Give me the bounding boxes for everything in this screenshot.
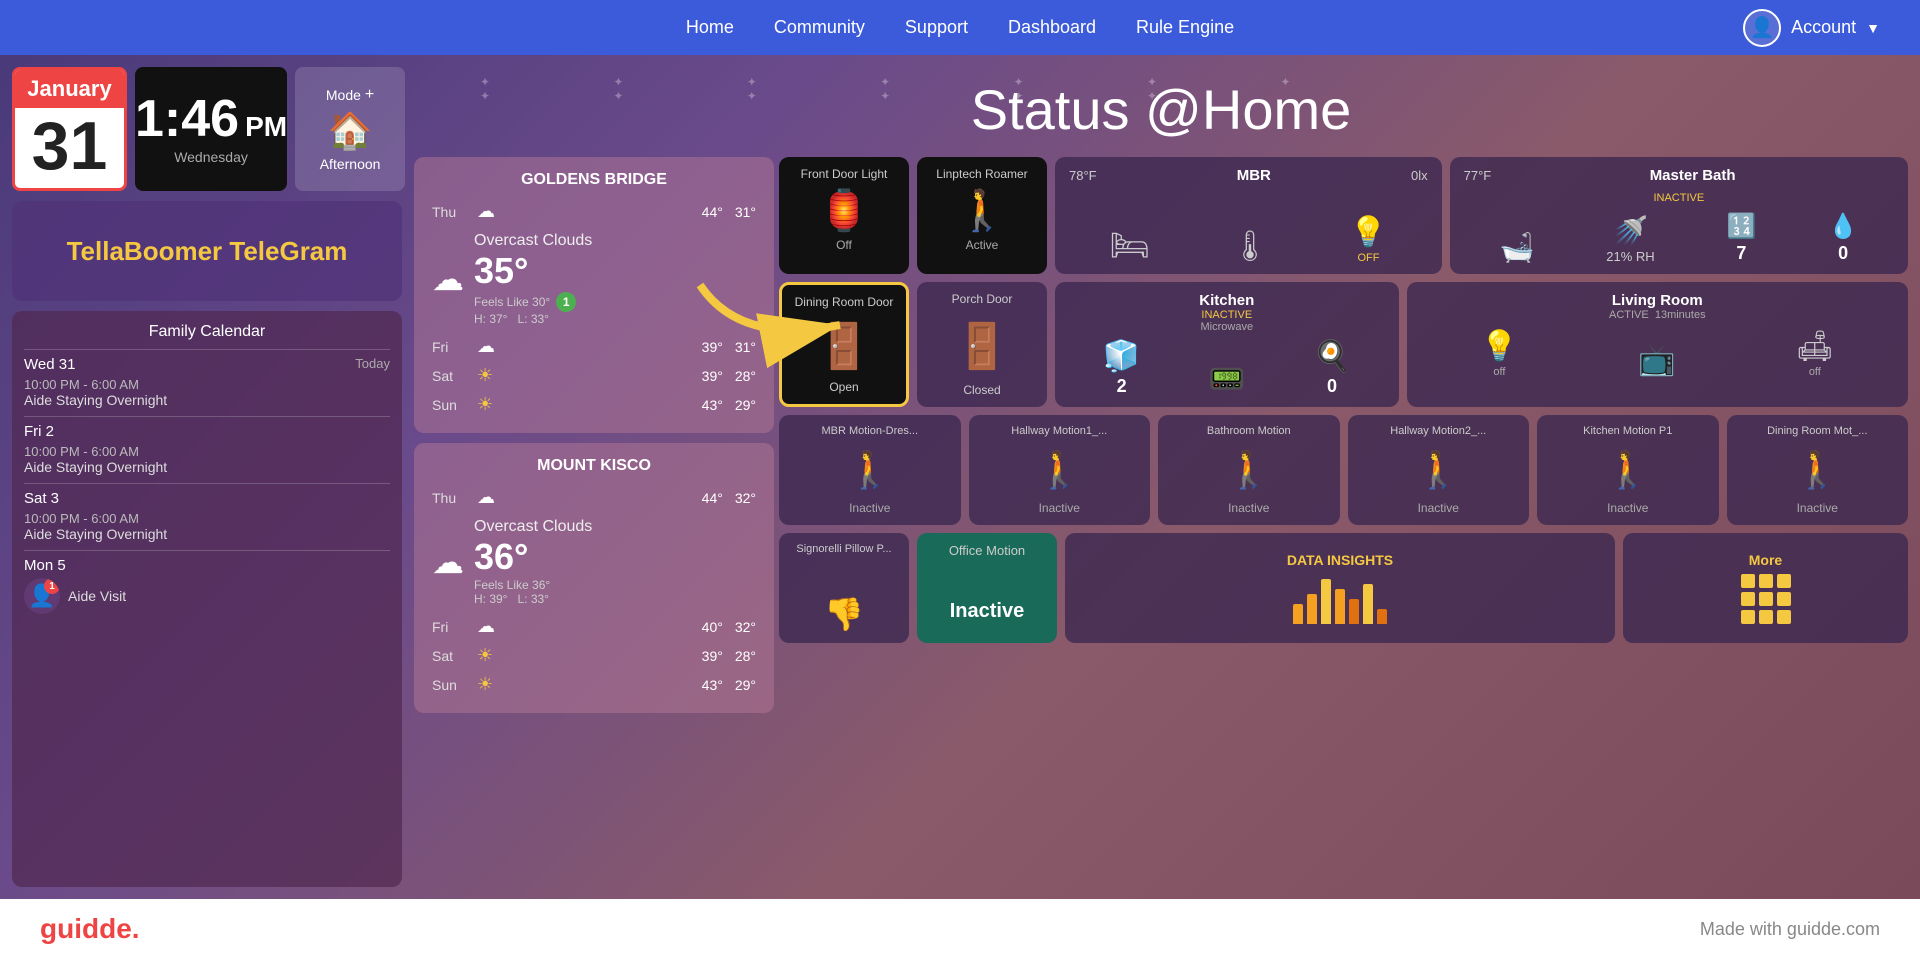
status-header: Status @Home — [414, 67, 1908, 147]
weather-goldens-bridge: GOLDENS BRIDGE Thu ☁ 44°31° ☁ Overcast C… — [414, 157, 774, 433]
tile-hallway-motion2[interactable]: Hallway Motion2_... 🚶 Inactive — [1348, 415, 1530, 525]
telegram-widget: TellaBoomer TeleGram — [12, 201, 402, 301]
front-door-status: Off — [836, 238, 852, 252]
calendar-events: Family Calendar Wed 31 Today 10:00 PM - … — [12, 311, 402, 887]
nav-rule-engine[interactable]: Rule Engine — [1136, 17, 1234, 38]
account-avatar: 👤 — [1743, 9, 1781, 47]
tile-kitchen-motion[interactable]: Kitchen Motion P1 🚶 Inactive — [1537, 415, 1719, 525]
clock-widget: 1:46 PM Wednesday — [135, 67, 287, 191]
weather-location-2: MOUNT KISCO — [432, 457, 756, 475]
bottom-device-row: Signorelli Pillow P... 👎 Office Motion I… — [779, 533, 1908, 643]
mode-sub: Afternoon — [320, 156, 381, 172]
nav-support[interactable]: Support — [905, 17, 968, 38]
right-area: Status @Home GOLDENS BRIDGE Thu ☁ 44°31°… — [414, 67, 1908, 887]
calendar-event-0: 10:00 PM - 6:00 AM Aide Staying Overnigh… — [24, 377, 390, 408]
mode-label: Mode + — [326, 86, 374, 104]
nav-community[interactable]: Community — [774, 17, 865, 38]
calendar-mon5: Mon 5 — [24, 550, 390, 574]
calendar-event-1: 10:00 PM - 6:00 AM Aide Staying Overnigh… — [24, 444, 390, 475]
home-mode-icon: 🏠 — [328, 110, 373, 152]
tile-mbr[interactable]: 78°F MBR 0lx 🛏 🌡 💡 — [1055, 157, 1442, 274]
nav-links: Home Community Support Dashboard Rule En… — [686, 17, 1234, 38]
nav-home[interactable]: Home — [686, 17, 734, 38]
plus-icon[interactable]: + — [365, 86, 374, 104]
tile-dining-room-motion[interactable]: Dining Room Mot_... 🚶 Inactive — [1727, 415, 1909, 525]
tile-office-motion[interactable]: Office Motion Inactive — [917, 533, 1057, 643]
tile-bathroom-motion[interactable]: Bathroom Motion 🚶 Inactive — [1158, 415, 1340, 525]
account-label: Account — [1791, 17, 1856, 38]
weather-and-top-devices: GOLDENS BRIDGE Thu ☁ 44°31° ☁ Overcast C… — [414, 157, 1908, 713]
tile-kitchen[interactable]: Kitchen INACTIVE Microwave 🧊 2 📟 — [1055, 282, 1399, 407]
motion-sensors-row: MBR Motion-Dres... 🚶 Inactive Hallway Mo… — [779, 415, 1908, 525]
weather-mk-forecast-3: Sun ☀ 43°29° — [432, 670, 756, 699]
telegram-title: TellaBoomer TeleGram — [67, 236, 348, 267]
guidde-footer: guidde. Made with guidde.com — [0, 899, 1920, 959]
chevron-down-icon: ▼ — [1866, 20, 1880, 36]
date-row: January 31 1:46 PM Wednesday Mode + 🏠 Af… — [12, 67, 402, 191]
tile-master-bath[interactable]: 77°F Master Bath INACTIVE 🛁 🚿 21% RH — [1450, 157, 1908, 274]
calendar-month: January — [15, 70, 124, 108]
weather-forecast-2: Sat ☀ 39°28° — [432, 361, 756, 390]
top-device-row: Front Door Light 🏮 Off Linptech Roamer 🚶… — [779, 157, 1908, 274]
tile-hallway-motion1[interactable]: Hallway Motion1_... 🚶 Inactive — [969, 415, 1151, 525]
calendar-day: 31 — [32, 108, 108, 188]
tile-linptech-roamer[interactable]: Linptech Roamer 🚶 Active — [917, 157, 1047, 274]
calendar-widget: January 31 — [12, 67, 127, 191]
calendar-event-2: 10:00 PM - 6:00 AM Aide Staying Overnigh… — [24, 511, 390, 542]
calendar-event-3: 👤 1 Aide Visit — [24, 578, 390, 614]
guidde-logo: guidde. — [40, 913, 140, 945]
mid-device-row: Dining Room Door 🚪 Open Porch Door 🚪 Clo… — [779, 282, 1908, 407]
data-insights-chart — [1293, 574, 1387, 624]
guidde-tagline: Made with guidde.com — [1700, 919, 1880, 940]
tile-data-insights[interactable]: DATA INSIGHTS — [1065, 533, 1615, 643]
weather-forecast-0: Thu ☁ 44°31° — [432, 197, 756, 226]
calendar-events-title: Family Calendar — [24, 323, 390, 341]
weather-mk-forecast-1: Fri ☁ 40°32° — [432, 612, 756, 641]
tile-porch-door[interactable]: Porch Door 🚪 Closed — [917, 282, 1047, 407]
top-navigation: Home Community Support Dashboard Rule En… — [0, 0, 1920, 55]
weather-mount-kisco: MOUNT KISCO Thu ☁ 44°32° ☁ Overcast Clou… — [414, 443, 774, 713]
tile-mbr-motion[interactable]: MBR Motion-Dres... 🚶 Inactive — [779, 415, 961, 525]
weather-location-1: GOLDENS BRIDGE — [432, 171, 756, 189]
tile-dining-room-door[interactable]: Dining Room Door 🚪 Open — [779, 282, 909, 407]
weather-forecast-3: Sun ☀ 43°29° — [432, 390, 756, 419]
calendar-fri2: Fri 2 — [24, 416, 390, 440]
calendar-sat3: Sat 3 — [24, 483, 390, 507]
device-tiles-area: Front Door Light 🏮 Off Linptech Roamer 🚶… — [779, 157, 1908, 713]
weather-mk-forecast-0: Thu ☁ 44°32° — [432, 483, 756, 512]
weather-forecast-1: Fri ☁ 39°31° — [432, 332, 756, 361]
account-menu[interactable]: 👤 Account ▼ — [1743, 9, 1880, 47]
mode-widget: Mode + 🏠 Afternoon — [295, 67, 405, 191]
left-column: January 31 1:46 PM Wednesday Mode + 🏠 Af… — [12, 67, 402, 887]
clock-day: Wednesday — [174, 149, 248, 165]
nav-dashboard[interactable]: Dashboard — [1008, 17, 1096, 38]
more-grid — [1741, 574, 1791, 624]
clock-time: 1:46 — [135, 93, 239, 145]
main-content: January 31 1:46 PM Wednesday Mode + 🏠 Af… — [0, 55, 1920, 899]
tile-more[interactable]: More — [1623, 533, 1908, 643]
linptech-status: Active — [966, 238, 999, 252]
tile-living-room[interactable]: Living Room ACTIVE 13minutes 💡 off 📺 — [1407, 282, 1908, 407]
tile-signorelli-pillow[interactable]: Signorelli Pillow P... 👎 — [779, 533, 909, 643]
clock-ampm: PM — [245, 111, 287, 143]
tile-front-door-light[interactable]: Front Door Light 🏮 Off — [779, 157, 909, 274]
calendar-date-header: Wed 31 Today — [24, 349, 390, 373]
weather-mk-forecast-2: Sat ☀ 39°28° — [432, 641, 756, 670]
